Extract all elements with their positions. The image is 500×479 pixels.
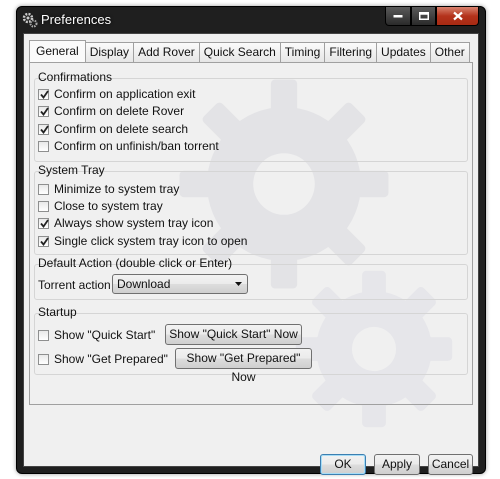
maximize-icon <box>418 12 429 20</box>
ok-button[interactable]: OK <box>320 454 366 475</box>
tab-strip: General Display Add Rover Quick Search T… <box>29 40 470 62</box>
confirmations-title: Confirmations <box>38 70 113 84</box>
checkbox-box[interactable] <box>38 200 49 212</box>
checkbox-label: Confirm on unfinish/ban torrent <box>54 139 219 153</box>
show-get-prepared-now-button[interactable]: Show "Get Prepared" Now <box>175 348 312 384</box>
checkbox-box[interactable] <box>38 123 49 135</box>
title-bar[interactable]: Preferences <box>17 7 485 33</box>
minimize-button[interactable] <box>385 7 411 26</box>
gears-app-icon <box>22 12 38 28</box>
single-click-tray-checkbox[interactable]: Single click system tray icon to open <box>38 234 247 248</box>
close-to-tray-checkbox[interactable]: Close to system tray <box>38 199 163 213</box>
checkbox-label: Show "Get Prepared" <box>54 352 168 366</box>
minimize-icon <box>393 15 403 18</box>
window-title: Preferences <box>41 12 112 27</box>
apply-button[interactable]: Apply <box>374 454 420 475</box>
checkbox-label: Single click system tray icon to open <box>54 234 248 248</box>
checkbox-box[interactable] <box>38 183 49 195</box>
checkmark-icon <box>40 89 49 99</box>
tab-timing[interactable]: Timing <box>280 42 326 62</box>
system-tray-title: System Tray <box>38 163 105 177</box>
checkmark-icon <box>40 236 49 246</box>
cancel-button[interactable]: Cancel <box>428 454 473 475</box>
checkbox-label: Minimize to system tray <box>54 182 180 196</box>
checkbox-box[interactable] <box>38 140 49 152</box>
tab-add-rover[interactable]: Add Rover <box>134 42 200 62</box>
tab-display[interactable]: Display <box>85 42 135 62</box>
maximize-button[interactable] <box>411 7 436 26</box>
checkbox-box[interactable] <box>38 217 49 229</box>
torrent-action-dropdown[interactable]: Download <box>112 274 248 294</box>
always-show-tray-icon-checkbox[interactable]: Always show system tray icon <box>38 216 213 230</box>
checkbox-box[interactable] <box>38 88 49 100</box>
show-quick-start-checkbox[interactable]: Show "Quick Start" <box>38 328 155 342</box>
confirm-unfinish-ban-checkbox[interactable]: Confirm on unfinish/ban torrent <box>38 139 219 153</box>
checkbox-label: Show "Quick Start" <box>54 328 156 342</box>
checkbox-label: Close to system tray <box>54 199 163 213</box>
preferences-window: Preferences General Display Add Rover Qu… <box>16 6 486 475</box>
tab-quick-search[interactable]: Quick Search <box>199 42 281 62</box>
default-action-title: Default Action (double click or Enter) <box>38 256 233 270</box>
tab-other[interactable]: Other <box>430 42 470 62</box>
tab-filtering[interactable]: Filtering <box>325 42 378 62</box>
dropdown-value: Download <box>117 277 171 291</box>
tab-updates[interactable]: Updates <box>377 42 431 62</box>
confirm-delete-rover-checkbox[interactable]: Confirm on delete Rover <box>38 104 184 118</box>
torrent-action-label: Torrent action <box>38 278 111 292</box>
dialog-client-area: General Display Add Rover Quick Search T… <box>23 33 479 475</box>
checkmark-icon <box>40 124 49 134</box>
tab-general[interactable]: General <box>29 40 86 62</box>
checkbox-box[interactable] <box>38 235 49 247</box>
checkmark-icon <box>40 106 49 116</box>
close-icon <box>452 11 463 21</box>
checkbox-box[interactable] <box>38 105 49 117</box>
minimize-to-tray-checkbox[interactable]: Minimize to system tray <box>38 182 179 196</box>
startup-title: Startup <box>38 305 77 319</box>
checkbox-label: Confirm on delete Rover <box>54 104 185 118</box>
show-get-prepared-checkbox[interactable]: Show "Get Prepared" <box>38 352 168 366</box>
checkbox-label: Confirm on delete search <box>54 122 189 136</box>
checkbox-label: Confirm on application exit <box>54 87 196 101</box>
confirm-delete-search-checkbox[interactable]: Confirm on delete search <box>38 122 188 136</box>
chevron-down-icon <box>235 282 242 286</box>
checkmark-icon <box>40 218 49 228</box>
checkbox-box[interactable] <box>38 353 49 365</box>
confirm-exit-checkbox[interactable]: Confirm on application exit <box>38 87 195 101</box>
close-button[interactable] <box>436 7 479 26</box>
checkbox-label: Always show system tray icon <box>54 216 214 230</box>
show-quick-start-now-button[interactable]: Show "Quick Start" Now <box>165 324 302 345</box>
checkbox-box[interactable] <box>38 329 49 341</box>
